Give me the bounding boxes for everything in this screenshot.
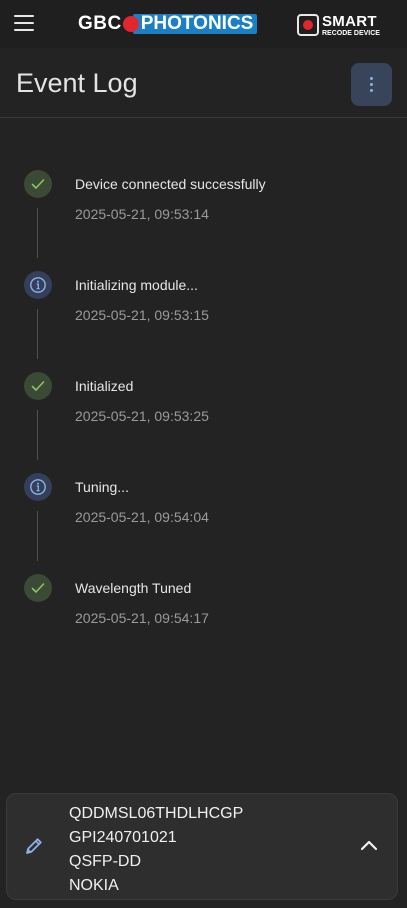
device-details: QDDMSL06THDLHCGP GPI240701021 QSFP-DD NO… (69, 802, 243, 898)
header-divider (0, 117, 407, 118)
event-message: Tuning... (75, 479, 129, 495)
timeline-connector (37, 511, 38, 561)
top-app-bar: GBC PHOTONICS SMART RECODE DEVICE (0, 0, 407, 48)
event-item: Tuning... 2025-05-21, 09:54:04 (0, 473, 407, 573)
gbc-photonics-logo: GBC PHOTONICS (78, 13, 258, 35)
event-item: Initialized 2025-05-21, 09:53:25 (0, 372, 407, 472)
more-vert-icon (370, 77, 373, 80)
smart-subtitle: RECODE DEVICE (322, 29, 380, 37)
timeline-connector (37, 208, 38, 258)
event-timestamp: 2025-05-21, 09:53:15 (75, 307, 209, 323)
check-icon (24, 170, 52, 198)
device-vendor: NOKIA (69, 877, 119, 894)
event-timestamp: 2025-05-21, 09:54:04 (75, 509, 209, 525)
brand-red-dot (122, 16, 139, 32)
page-title: Event Log (16, 68, 138, 98)
smart-title: SMART (322, 12, 377, 30)
event-timestamp: 2025-05-21, 09:53:14 (75, 206, 209, 222)
brand-gbc-text: GBC (78, 13, 122, 34)
brand-photonics-text: PHOTONICS (132, 14, 258, 34)
device-form-factor: QSFP-DD (69, 853, 141, 870)
check-icon (24, 372, 52, 400)
record-icon (297, 14, 319, 36)
chevron-up-icon[interactable] (359, 837, 379, 851)
timeline-connector (37, 309, 38, 359)
event-message: Initializing module... (75, 277, 198, 293)
smart-recode-logo: SMART RECODE DEVICE (297, 12, 380, 38)
event-timestamp: 2025-05-21, 09:54:17 (75, 610, 209, 626)
event-message: Initialized (75, 378, 134, 394)
event-item: Device connected successfully 2025-05-21… (0, 170, 407, 270)
event-message: Device connected successfully (75, 176, 266, 192)
event-message: Wavelength Tuned (75, 580, 192, 596)
event-timestamp: 2025-05-21, 09:53:25 (75, 408, 209, 424)
event-item: Wavelength Tuned 2025-05-21, 09:54:17 (0, 574, 407, 674)
device-info-card[interactable]: QDDMSL06THDLHCGP GPI240701021 QSFP-DD NO… (6, 793, 398, 900)
hamburger-menu-icon[interactable] (14, 15, 34, 31)
device-part-number: QDDMSL06THDLHCGP (69, 805, 244, 822)
more-options-button[interactable] (351, 63, 392, 106)
info-icon (24, 473, 52, 501)
check-icon (24, 574, 52, 602)
info-icon (24, 271, 52, 299)
edit-pencil-icon[interactable] (23, 835, 45, 857)
event-item: Initializing module... 2025-05-21, 09:53… (0, 271, 407, 371)
timeline-connector (37, 410, 38, 460)
device-serial-number: GPI240701021 (69, 829, 177, 846)
